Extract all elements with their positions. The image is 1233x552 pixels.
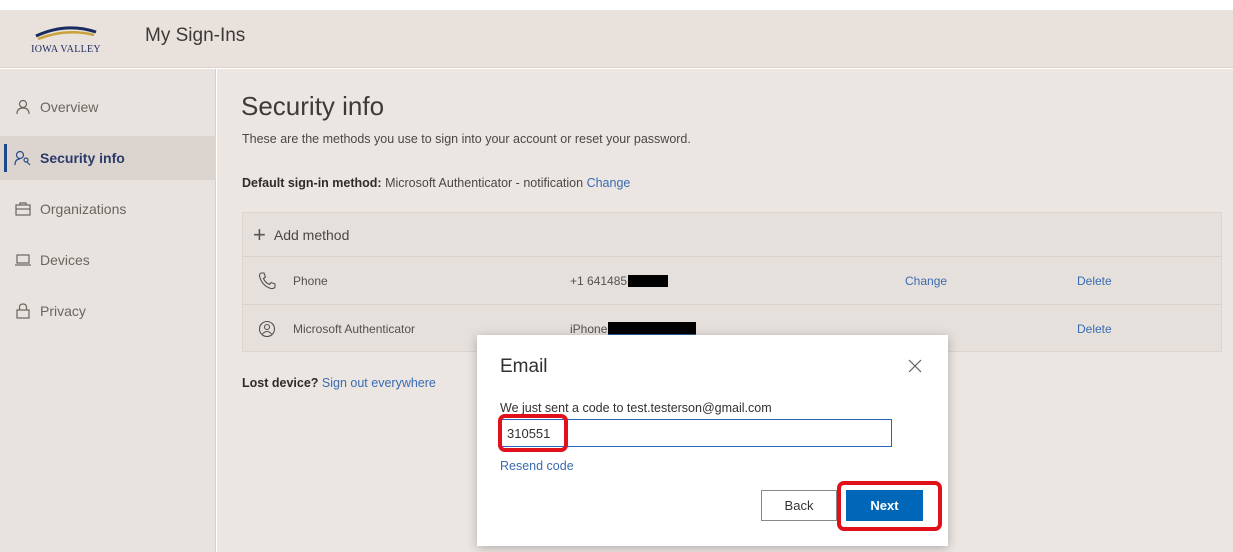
logo-text: IOWA VALLEY bbox=[31, 44, 101, 55]
plus-icon: + bbox=[253, 221, 266, 247]
sidebar-item-label: Privacy bbox=[40, 303, 86, 319]
verification-code-input[interactable] bbox=[500, 419, 892, 447]
sidebar-item-devices[interactable]: Devices bbox=[0, 238, 216, 282]
default-method-label: Default sign-in method: bbox=[242, 176, 382, 190]
method-value: iPhone bbox=[570, 322, 697, 336]
sidebar-item-label: Organizations bbox=[40, 201, 127, 217]
lock-icon bbox=[14, 302, 32, 320]
email-dialog: Email We just sent a code to test.tester… bbox=[477, 335, 948, 546]
lost-device-label: Lost device? bbox=[242, 376, 319, 390]
sidebar-item-label: Devices bbox=[40, 252, 90, 268]
redaction-bar bbox=[608, 322, 697, 336]
add-method-button[interactable]: + Add method bbox=[243, 213, 1221, 257]
briefcase-icon bbox=[14, 200, 32, 218]
sidebar-item-security-info[interactable]: Security info bbox=[0, 136, 216, 180]
sidebar-item-privacy[interactable]: Privacy bbox=[0, 289, 216, 333]
sidebar-item-label: Overview bbox=[40, 99, 99, 115]
method-name: Phone bbox=[293, 274, 328, 288]
iowa-valley-logo[interactable]: IOWA VALLEY bbox=[28, 22, 104, 56]
top-header: IOWA VALLEY My Sign-Ins bbox=[0, 10, 1233, 68]
authenticator-delete-link[interactable]: Delete bbox=[1077, 322, 1112, 336]
sidebar-item-label: Security info bbox=[40, 150, 125, 166]
back-button[interactable]: Back bbox=[761, 490, 837, 521]
phone-icon bbox=[257, 271, 277, 291]
person-key-icon bbox=[14, 149, 32, 167]
sign-out-everywhere-link[interactable]: Sign out everywhere bbox=[322, 376, 436, 390]
resend-code-link[interactable]: Resend code bbox=[500, 459, 574, 473]
close-icon[interactable] bbox=[905, 356, 925, 376]
method-name: Microsoft Authenticator bbox=[293, 322, 416, 336]
method-row-phone: Phone +1 641485 Change Delete bbox=[243, 257, 1221, 305]
method-value: +1 641485 bbox=[570, 274, 669, 288]
default-signin-method: Default sign-in method: Microsoft Authen… bbox=[242, 176, 630, 190]
change-default-link[interactable]: Change bbox=[587, 176, 631, 190]
next-button[interactable]: Next bbox=[846, 490, 923, 521]
sidebar-item-organizations[interactable]: Organizations bbox=[0, 187, 216, 231]
phone-change-link[interactable]: Change bbox=[905, 274, 947, 288]
lost-device-row: Lost device? Sign out everywhere bbox=[242, 376, 436, 390]
app-title: My Sign-Ins bbox=[145, 25, 246, 46]
page-subtitle: These are the methods you use to sign in… bbox=[242, 132, 691, 146]
default-method-value: Microsoft Authenticator - notification bbox=[385, 176, 584, 190]
dialog-message: We just sent a code to test.testerson@gm… bbox=[500, 401, 772, 415]
sidebar: Overview Security info Organizations Dev… bbox=[0, 69, 216, 552]
phone-delete-link[interactable]: Delete bbox=[1077, 274, 1112, 288]
methods-list: + Add method Phone +1 641485 Change Dele… bbox=[242, 212, 1222, 352]
add-method-label: Add method bbox=[273, 226, 350, 243]
redaction-bar bbox=[628, 275, 669, 287]
authenticator-icon bbox=[257, 319, 277, 339]
laptop-icon bbox=[14, 251, 32, 269]
sidebar-item-overview[interactable]: Overview bbox=[0, 85, 216, 129]
dialog-title: Email bbox=[500, 356, 548, 377]
person-icon bbox=[14, 98, 32, 116]
logo-swoosh-icon bbox=[35, 26, 97, 41]
page-title: Security info bbox=[241, 91, 385, 121]
